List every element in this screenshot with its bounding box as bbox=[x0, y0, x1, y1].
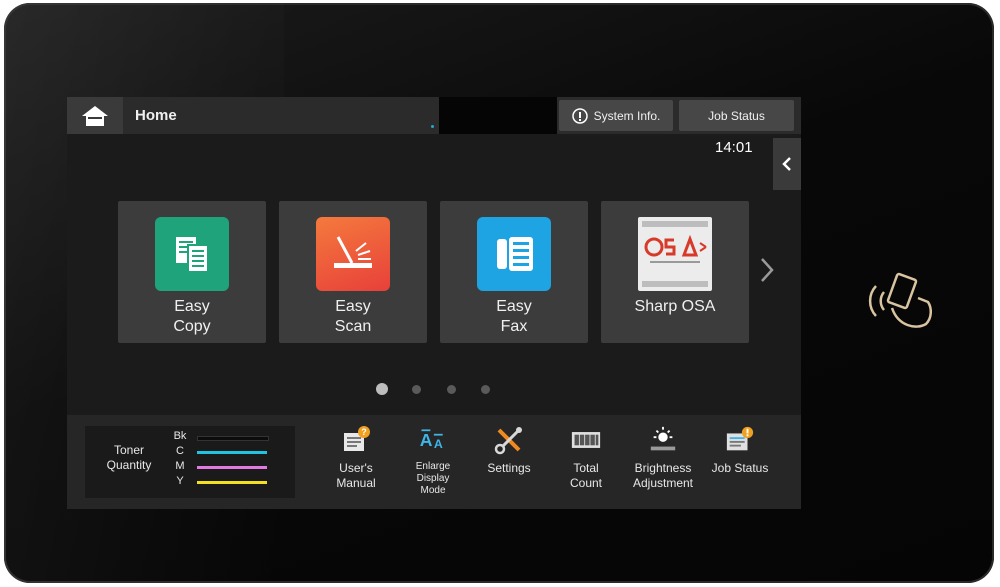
brightness-icon bbox=[648, 425, 678, 455]
toner-letter-y: Y bbox=[176, 475, 184, 487]
toner-level-y bbox=[197, 481, 267, 484]
manual-icon: ? bbox=[341, 425, 371, 455]
app-label-line1: Easy bbox=[496, 298, 532, 315]
app-label-line1: Sharp OSA bbox=[634, 298, 716, 315]
toner-letter-c: C bbox=[176, 445, 184, 457]
qa-label: User's Manual bbox=[315, 461, 397, 491]
status-message-area bbox=[439, 97, 557, 134]
next-page-arrow[interactable] bbox=[759, 257, 775, 288]
osa-icon bbox=[638, 217, 712, 291]
system-info-button[interactable]: System Info. bbox=[559, 100, 673, 131]
side-panel-toggle[interactable] bbox=[773, 138, 801, 190]
qa-label-line1: Settings bbox=[487, 461, 531, 475]
nfc-reader-area[interactable] bbox=[862, 268, 942, 343]
qa-label: Total Count bbox=[545, 461, 627, 491]
qa-label-line1: Brightness bbox=[634, 461, 692, 475]
qa-label: Enlarge Display Mode bbox=[392, 461, 474, 497]
job-status-icon bbox=[725, 425, 755, 455]
toner-letter-m: M bbox=[175, 460, 185, 472]
toner-level-m bbox=[197, 466, 267, 469]
nfc-card-icon bbox=[868, 272, 932, 328]
app-label-line1: Easy bbox=[174, 298, 210, 315]
toner-title-line1: Toner bbox=[113, 443, 145, 457]
qa-label-line1: Total bbox=[573, 461, 599, 475]
counter-icon bbox=[571, 425, 601, 455]
app-tile-sharp-osa[interactable]: Sharp OSA bbox=[601, 201, 749, 343]
qa-label-line3: Mode bbox=[420, 485, 446, 496]
qa-label-line1: User's bbox=[339, 461, 373, 475]
enlarge-display-button[interactable]: A A Enlarge Display Mode bbox=[398, 423, 468, 509]
copy-icon bbox=[155, 217, 229, 291]
page-indicator-4[interactable] bbox=[481, 385, 490, 394]
app-tile-easy-copy[interactable]: Easy Copy bbox=[118, 201, 266, 343]
fax-icon bbox=[477, 217, 551, 291]
toner-letter-bk: Bk bbox=[173, 430, 187, 442]
qa-label: Settings bbox=[468, 461, 550, 476]
brightness-adjustment-button[interactable]: Brightness Adjustment bbox=[628, 423, 698, 509]
toner-level-c bbox=[197, 451, 267, 454]
page-indicator-1[interactable] bbox=[376, 383, 388, 395]
settings-button[interactable]: Settings bbox=[474, 423, 544, 509]
qa-label: Job Status bbox=[699, 461, 781, 476]
total-count-button[interactable]: Total Count bbox=[551, 423, 621, 509]
toner-title-line2: Quantity bbox=[106, 458, 152, 472]
qa-label-line2: Adjustment bbox=[632, 476, 694, 490]
toner-title: Toner Quantity bbox=[91, 443, 167, 473]
app-tile-easy-scan[interactable]: Easy Scan bbox=[279, 201, 427, 343]
job-status-quick-button[interactable]: Job Status bbox=[705, 423, 775, 509]
chevron-left-icon bbox=[782, 157, 791, 171]
page-indicator-3[interactable] bbox=[447, 385, 456, 394]
qa-label-line2: Count bbox=[569, 476, 603, 490]
qa-label-line1: Job Status bbox=[711, 461, 769, 475]
app-label-line2: Copy bbox=[173, 318, 211, 335]
svg-text:A: A bbox=[434, 437, 443, 451]
scan-icon bbox=[316, 217, 390, 291]
svg-text:A: A bbox=[420, 430, 433, 450]
toner-level-bk bbox=[197, 436, 269, 441]
qa-label-line2: Display bbox=[416, 473, 450, 484]
users-manual-button[interactable]: ? User's Manual bbox=[321, 423, 391, 509]
page-indicator-2[interactable] bbox=[412, 385, 421, 394]
job-status-button[interactable]: Job Status bbox=[679, 100, 794, 131]
qa-label-line2: Manual bbox=[336, 476, 376, 490]
settings-icon bbox=[494, 425, 524, 455]
app-tile-easy-fax[interactable]: Easy Fax bbox=[440, 201, 588, 343]
qa-label-line1: Enlarge bbox=[415, 461, 451, 472]
clock: 14:01 bbox=[715, 139, 753, 156]
qa-label: Brightness Adjustment bbox=[622, 461, 704, 491]
system-info-label: System Info. bbox=[593, 108, 661, 123]
app-label-line2: Scan bbox=[334, 318, 372, 335]
touch-screen: Home System Info. Job Status 14:01 Easy … bbox=[67, 97, 801, 509]
app-label-line2: Fax bbox=[500, 318, 528, 335]
chevron-right-icon bbox=[761, 258, 774, 282]
page-title: Home bbox=[135, 107, 177, 124]
info-icon bbox=[571, 107, 588, 124]
quick-action-bar: Toner Quantity Bk C M Y ? User's Manual … bbox=[67, 415, 801, 509]
toner-quantity-panel[interactable]: Toner Quantity Bk C M Y bbox=[85, 426, 295, 498]
enlarge-text-icon: A A bbox=[418, 425, 448, 455]
top-bar: Home System Info. Job Status bbox=[67, 97, 801, 134]
home-icon bbox=[82, 105, 108, 126]
status-indicator bbox=[431, 125, 434, 128]
job-status-label: Job Status bbox=[708, 108, 765, 123]
svg-text:?: ? bbox=[361, 427, 367, 437]
app-label-line1: Easy bbox=[335, 298, 371, 315]
home-button[interactable] bbox=[67, 97, 123, 134]
